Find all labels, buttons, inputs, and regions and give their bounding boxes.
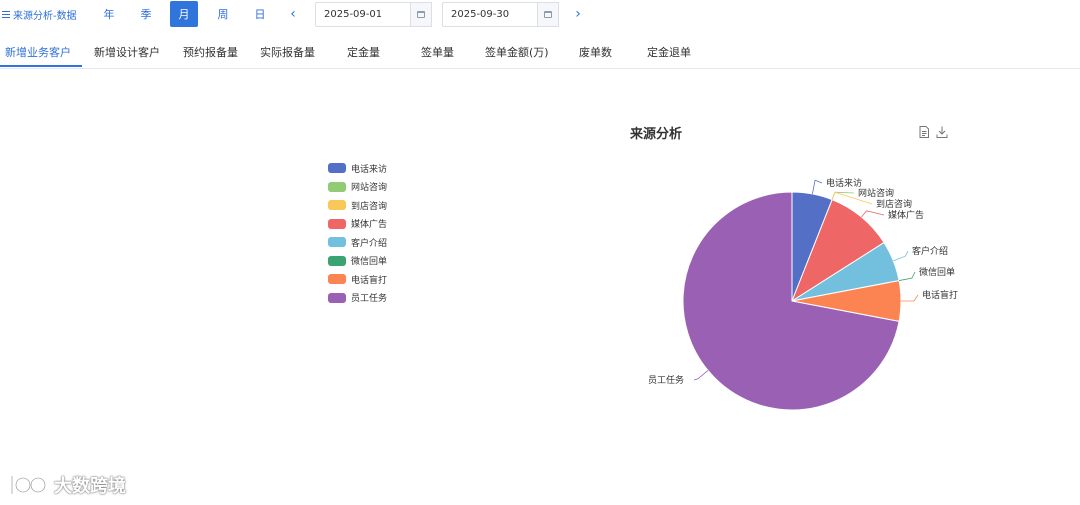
pie-label: 电话盲打 xyxy=(922,289,958,301)
pie-label-line xyxy=(901,294,919,302)
watermark-text: 大数跨境 xyxy=(54,476,126,497)
pie-label: 微信回单 xyxy=(919,266,955,278)
pie-label-line xyxy=(812,179,823,195)
pie-label: 客户介绍 xyxy=(912,245,948,257)
pie-label-line xyxy=(831,191,855,200)
pie-chart: 电话来访网站咨询到店咨询媒体广告客户介绍微信回单电话盲打员工任务 xyxy=(648,177,958,411)
pie-label: 电话来访 xyxy=(826,177,862,189)
pie-label: 网站咨询 xyxy=(858,187,894,199)
pie-label: 到店咨询 xyxy=(876,198,912,210)
pie-label: 媒体广告 xyxy=(888,209,924,221)
pie-label: 员工任务 xyxy=(648,374,684,386)
watermark: 大数跨境 xyxy=(8,472,126,498)
pie-label-line xyxy=(893,250,909,262)
watermark-logo-icon xyxy=(10,476,47,494)
pie-label-line xyxy=(693,370,709,381)
pie-label-line xyxy=(861,210,885,218)
pie-slices xyxy=(682,191,902,411)
pie-label-line xyxy=(898,271,916,281)
